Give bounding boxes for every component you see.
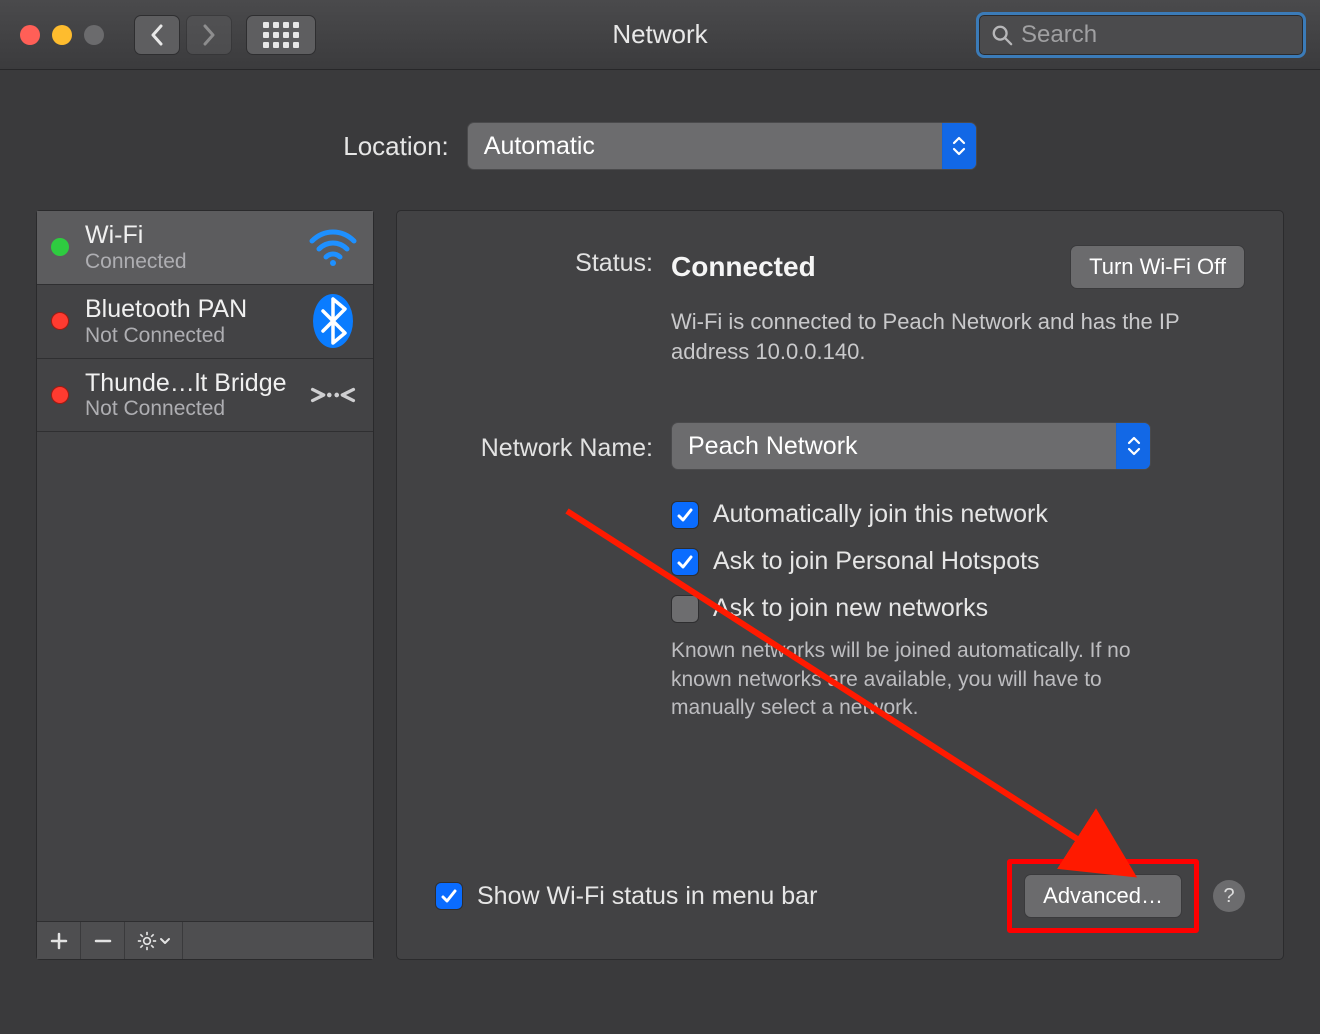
sidebar-item-sublabel: Not Connected: [85, 397, 287, 421]
ask-hotspot-checkbox[interactable]: [671, 548, 699, 576]
zoom-window-button[interactable]: [84, 25, 104, 45]
help-label: ?: [1223, 885, 1234, 908]
ask-new-label: Ask to join new networks: [713, 594, 988, 623]
status-description: Wi-Fi is connected to Peach Network and …: [671, 307, 1191, 366]
sidebar-item-thunderbolt-bridge[interactable]: Thunde…lt Bridge Not Connected: [37, 359, 373, 433]
back-button[interactable]: [134, 15, 180, 55]
checkmark-icon: [675, 552, 695, 572]
nav-buttons: [134, 15, 232, 55]
ask-hotspot-checkbox-row: Ask to join Personal Hotspots: [671, 547, 1245, 576]
search-input[interactable]: [1021, 21, 1291, 49]
show-menubar-label: Show Wi-Fi status in menu bar: [477, 882, 817, 911]
services-sidebar: Wi-Fi Connected Bluetooth PAN Not Co: [36, 210, 374, 960]
show-menubar-checkbox-row: Show Wi-Fi status in menu bar: [435, 882, 817, 911]
ask-new-help-text: Known networks will be joined automatica…: [671, 637, 1151, 722]
location-row: Location: Automatic: [0, 122, 1320, 170]
grid-icon: [263, 22, 299, 48]
select-stepper-icon: [942, 123, 976, 169]
network-name-select[interactable]: Peach Network: [671, 422, 1151, 470]
add-service-button[interactable]: [37, 922, 81, 959]
status-dot-icon: [51, 312, 69, 330]
annotation-highlight: Advanced…: [1007, 859, 1199, 933]
status-label: Status:: [453, 245, 653, 366]
chevron-down-icon: [159, 936, 171, 946]
chevron-right-icon: [201, 24, 217, 46]
minus-icon: [94, 932, 112, 950]
sidebar-item-label: Thunde…lt Bridge: [85, 369, 287, 398]
show-menubar-checkbox[interactable]: [435, 882, 463, 910]
detail-panel: Status: Connected Turn Wi-Fi Off Wi-Fi i…: [396, 210, 1284, 960]
remove-service-button[interactable]: [81, 922, 125, 959]
location-value: Automatic: [468, 132, 942, 161]
titlebar: Network: [0, 0, 1320, 70]
thunderbolt-bridge-icon: [307, 369, 359, 421]
show-all-prefs-button[interactable]: [246, 15, 316, 55]
select-stepper-icon: [1116, 423, 1150, 469]
help-button[interactable]: ?: [1213, 880, 1245, 912]
wifi-icon: [307, 221, 359, 273]
plus-icon: [50, 932, 68, 950]
minimize-window-button[interactable]: [52, 25, 72, 45]
advanced-button[interactable]: Advanced…: [1024, 874, 1182, 918]
sidebar-footer: [37, 921, 373, 959]
search-field-wrap[interactable]: [976, 12, 1306, 58]
service-actions-button[interactable]: [125, 922, 183, 959]
sidebar-item-label: Bluetooth PAN: [85, 295, 247, 324]
chevron-left-icon: [149, 24, 165, 46]
window-title: Network: [612, 19, 707, 50]
location-select[interactable]: Automatic: [467, 122, 977, 170]
network-name-value: Peach Network: [672, 432, 1116, 461]
detail-footer: Show Wi-Fi status in menu bar Advanced… …: [435, 859, 1245, 933]
checkmark-icon: [675, 505, 695, 525]
sidebar-item-sublabel: Not Connected: [85, 324, 247, 348]
toggle-wifi-button[interactable]: Turn Wi-Fi Off: [1070, 245, 1245, 289]
search-icon: [991, 24, 1013, 46]
network-name-label: Network Name:: [453, 430, 653, 463]
status-value: Connected: [671, 251, 816, 283]
location-label: Location:: [343, 131, 449, 162]
sidebar-item-bluetooth-pan[interactable]: Bluetooth PAN Not Connected: [37, 285, 373, 359]
ask-new-checkbox-row: Ask to join new networks: [671, 594, 1245, 623]
sidebar-item-label: Wi-Fi: [85, 221, 187, 250]
gear-icon: [137, 931, 157, 951]
close-window-button[interactable]: [20, 25, 40, 45]
ask-hotspot-label: Ask to join Personal Hotspots: [713, 547, 1040, 576]
auto-join-checkbox-row: Automatically join this network: [671, 500, 1245, 529]
sidebar-item-wifi[interactable]: Wi-Fi Connected: [37, 211, 373, 285]
window-controls: [20, 25, 104, 45]
auto-join-checkbox[interactable]: [671, 501, 699, 529]
services-list: Wi-Fi Connected Bluetooth PAN Not Co: [37, 211, 373, 921]
status-dot-icon: [51, 386, 69, 404]
forward-button[interactable]: [186, 15, 232, 55]
sidebar-item-sublabel: Connected: [85, 250, 187, 274]
bluetooth-icon: [307, 295, 359, 347]
ask-new-checkbox[interactable]: [671, 595, 699, 623]
status-dot-icon: [51, 238, 69, 256]
checkmark-icon: [439, 886, 459, 906]
auto-join-label: Automatically join this network: [713, 500, 1048, 529]
